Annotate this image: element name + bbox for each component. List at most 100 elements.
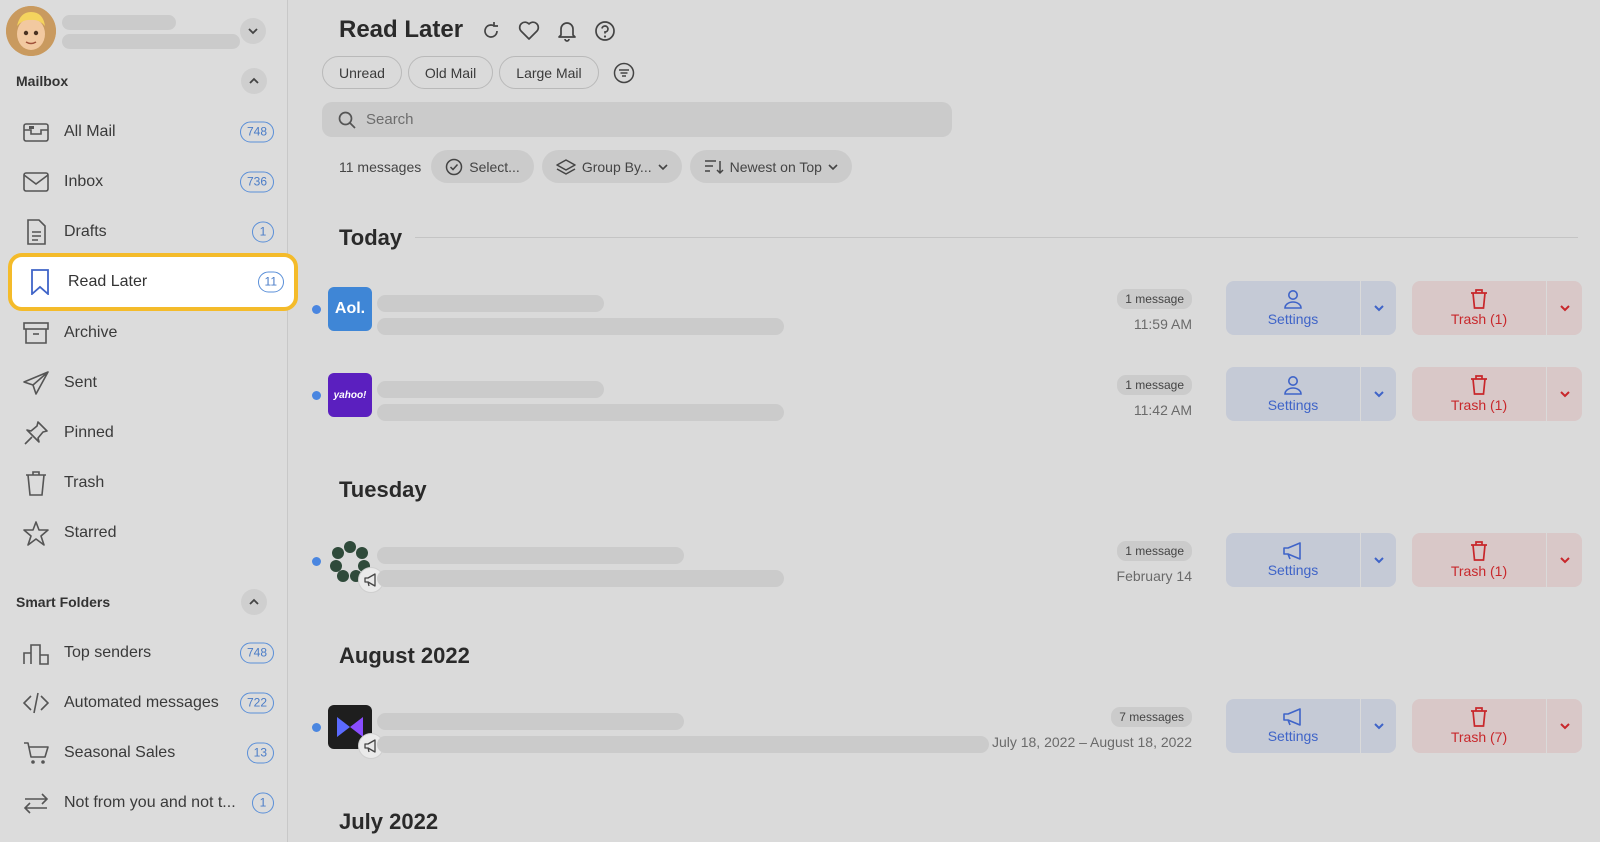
message-count: 11 messages — [339, 158, 422, 175]
sidebar-item-seasonal-sales[interactable]: Seasonal Sales 13 — [8, 729, 298, 777]
settings-button[interactable]: Settings — [1226, 533, 1360, 587]
search-input[interactable]: Search — [322, 102, 952, 137]
group-by-button[interactable]: Group By... — [541, 150, 682, 183]
sidebar-item-top-senders[interactable]: Top senders 748 — [8, 629, 298, 677]
trash-label: Trash (1) — [1450, 563, 1508, 579]
sender-placeholder — [377, 547, 684, 564]
sidebar-item-not-from-you[interactable]: Not from you and not t... 1 — [8, 779, 298, 827]
settings-dropdown-button[interactable] — [1361, 699, 1396, 753]
person-icon — [1284, 290, 1302, 309]
mailbox-collapse-button[interactable] — [241, 68, 267, 94]
sidebar-item-inbox[interactable]: Inbox 736 — [8, 158, 298, 206]
chevron-down-icon — [248, 28, 258, 35]
archive-icon — [16, 313, 56, 353]
message-count-badge: 1 message — [1117, 289, 1192, 309]
smart-folders-collapse-button[interactable] — [241, 589, 267, 615]
quick-filters: Unread Old Mail Large Mail — [322, 56, 637, 89]
sidebar-item-automated-messages[interactable]: Automated messages 722 — [8, 679, 298, 727]
settings-button[interactable]: Settings — [1226, 699, 1360, 753]
group-heading-july-2022: July 2022 — [339, 809, 439, 834]
sort-label: Newest on Top — [729, 158, 822, 175]
message-count-badge: 1 message — [1117, 541, 1192, 561]
sidebar-item-archive[interactable]: Archive — [8, 309, 298, 357]
sidebar-item-pinned[interactable]: Pinned — [8, 409, 298, 457]
trash-icon — [1471, 289, 1487, 309]
settings-label: Settings — [1267, 562, 1319, 578]
sender-placeholder — [377, 295, 604, 312]
check-circle-icon — [445, 158, 463, 175]
megaphone-icon — [1283, 708, 1301, 726]
chevron-down-icon — [1559, 557, 1570, 564]
message-date: July 18, 2022 – August 18, 2022 — [991, 734, 1192, 750]
avatar — [6, 6, 56, 56]
filter-icon[interactable] — [611, 60, 637, 86]
count-badge: 13 — [246, 742, 274, 764]
sender-logo — [328, 539, 384, 593]
sidebar-item-label: Top senders — [64, 644, 152, 661]
sidebar-item-starred[interactable]: Starred — [8, 509, 298, 557]
sort-icon — [704, 159, 724, 174]
sort-button[interactable]: Newest on Top — [689, 150, 852, 183]
bell-icon[interactable] — [554, 18, 580, 44]
sidebar-item-drafts[interactable]: Drafts 1 — [8, 208, 298, 256]
trash-icon — [1471, 375, 1487, 395]
sidebar-item-label: Archive — [64, 324, 118, 341]
trash-button[interactable]: Trash (1) — [1412, 533, 1546, 587]
message-row[interactable]: yahoo! 1 message 11:42 AM Settings Trash… — [312, 367, 1582, 423]
cart-icon — [16, 733, 56, 773]
drafts-icon — [16, 212, 56, 252]
sidebar-item-label: Not from you and not t... — [64, 794, 236, 811]
account-menu-button[interactable] — [240, 18, 266, 44]
settings-button[interactable]: Settings — [1226, 367, 1360, 421]
chevron-up-icon — [249, 77, 259, 84]
help-icon[interactable] — [592, 18, 618, 44]
group-heading-august-2022: August 2022 — [339, 643, 470, 668]
trash-button[interactable]: Trash (7) — [1412, 699, 1546, 753]
trash-dropdown-button[interactable] — [1547, 281, 1582, 335]
sidebar-item-trash[interactable]: Trash — [8, 459, 298, 507]
trash-icon — [1471, 541, 1487, 561]
settings-button[interactable]: Settings — [1226, 281, 1360, 335]
sender-logo: Aol. — [328, 287, 372, 331]
select-label: Select... — [469, 158, 520, 175]
code-icon — [16, 683, 56, 723]
swap-icon — [16, 783, 56, 823]
filter-chip-unread[interactable]: Unread — [322, 56, 402, 89]
account-switcher[interactable] — [6, 6, 276, 58]
unread-dot — [312, 557, 321, 566]
heart-icon[interactable] — [516, 18, 542, 44]
search-placeholder: Search — [366, 111, 414, 128]
chevron-down-icon — [1373, 391, 1384, 398]
layers-icon — [556, 158, 576, 175]
sidebar: Mailbox All Mail 748 Inbox 736 Drafts 1 … — [0, 0, 298, 842]
sent-icon — [16, 363, 56, 403]
page-title: Read Later — [339, 16, 464, 43]
trash-dropdown-button[interactable] — [1547, 367, 1582, 421]
sidebar-item-sent[interactable]: Sent — [8, 359, 298, 407]
filter-chip-large-mail[interactable]: Large Mail — [499, 56, 599, 89]
filter-chip-old-mail[interactable]: Old Mail — [407, 56, 494, 89]
settings-dropdown-button[interactable] — [1361, 281, 1396, 335]
message-date: February 14 — [1116, 568, 1192, 584]
message-row[interactable]: 7 messages July 18, 2022 – August 18, 20… — [312, 699, 1582, 759]
trash-dropdown-button[interactable] — [1547, 699, 1582, 753]
settings-dropdown-button[interactable] — [1361, 533, 1396, 587]
sidebar-item-label: Read Later — [68, 273, 148, 290]
message-row[interactable]: Aol. 1 message 11:59 AM Settings Trash (… — [312, 281, 1582, 337]
mailbox-section-title: Mailbox — [16, 73, 69, 89]
trash-button[interactable]: Trash (1) — [1412, 367, 1546, 421]
bookmark-icon — [20, 262, 60, 302]
chevron-down-icon — [1559, 305, 1570, 312]
sidebar-item-read-later[interactable]: Read Later 11 — [8, 253, 298, 311]
refresh-icon[interactable] — [478, 18, 504, 44]
trash-dropdown-button[interactable] — [1547, 533, 1582, 587]
trash-button[interactable]: Trash (1) — [1412, 281, 1546, 335]
sidebar-item-label: Seasonal Sales — [64, 744, 176, 761]
count-badge: 1 — [252, 792, 274, 814]
message-row[interactable]: 1 message February 14 Settings Trash (1) — [312, 533, 1582, 593]
select-button[interactable]: Select... — [431, 150, 534, 183]
sidebar-item-all-mail[interactable]: All Mail 748 — [8, 108, 298, 156]
sender-placeholder — [377, 713, 684, 730]
settings-dropdown-button[interactable] — [1361, 367, 1396, 421]
search-icon — [338, 110, 358, 130]
